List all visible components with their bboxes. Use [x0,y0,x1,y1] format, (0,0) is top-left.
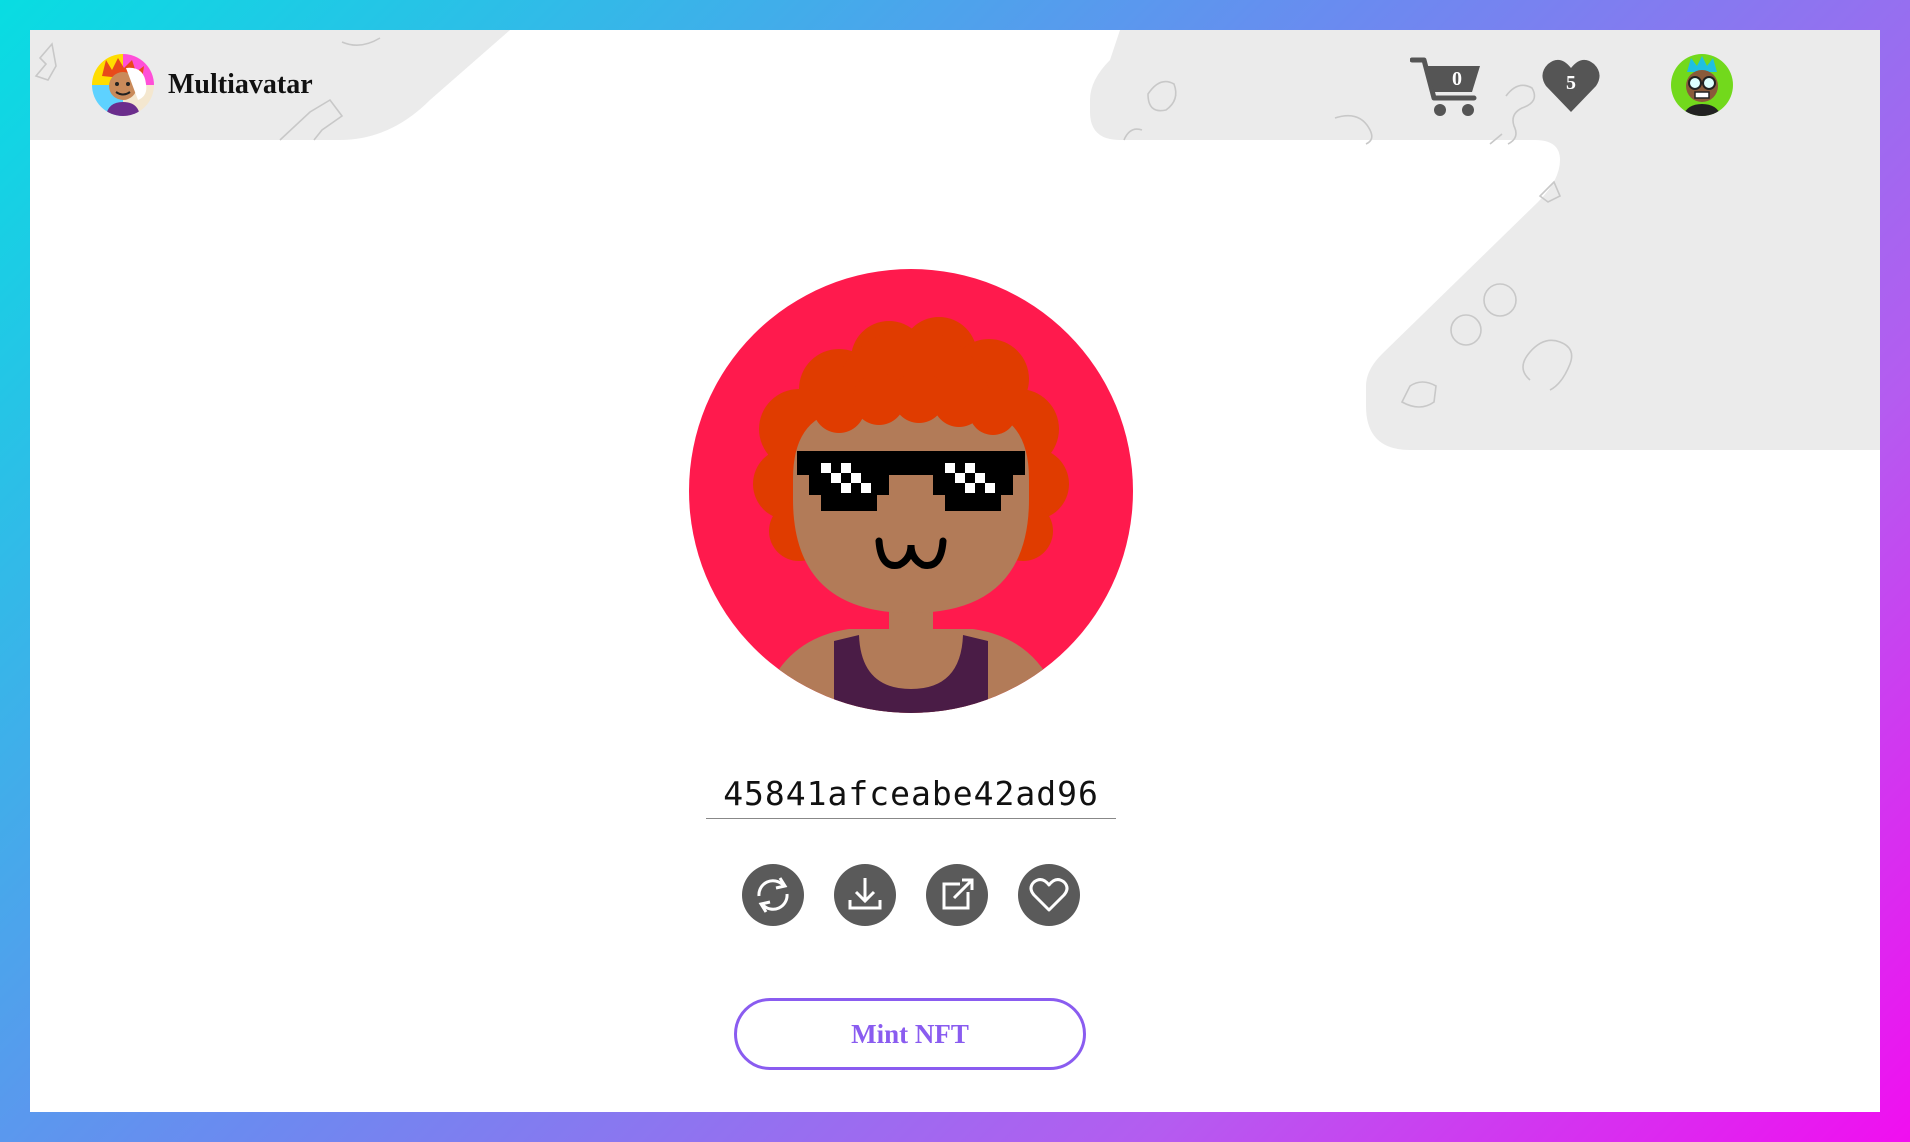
refresh-icon [757,877,789,913]
favorite-button[interactable] [1018,864,1080,926]
app-window: Multiavatar 0 5 45841afceabe42ad96 Mint … [30,30,1880,1112]
gradient-frame: Multiavatar 0 5 45841afceabe42ad96 Mint … [0,0,1910,1142]
refresh-button[interactable] [742,864,804,926]
download-button[interactable] [834,864,896,926]
action-bar [742,864,1082,930]
download-icon [848,878,882,910]
open-external-button[interactable] [926,864,988,926]
avatar-id-input[interactable] [706,768,1116,819]
heart-outline-icon [1029,878,1069,912]
user-avatar-icon [1671,54,1733,116]
user-avatar[interactable] [1671,54,1733,116]
app-title[interactable]: Multiavatar [168,69,313,101]
favorites-count: 5 [1566,72,1576,94]
logo-avatar[interactable] [92,54,154,116]
cart-count: 0 [1452,68,1462,90]
generated-avatar [689,269,1133,713]
external-link-icon [942,878,974,910]
multiavatar-logo-icon [92,54,154,116]
mint-nft-button[interactable]: Mint NFT [734,998,1086,1070]
